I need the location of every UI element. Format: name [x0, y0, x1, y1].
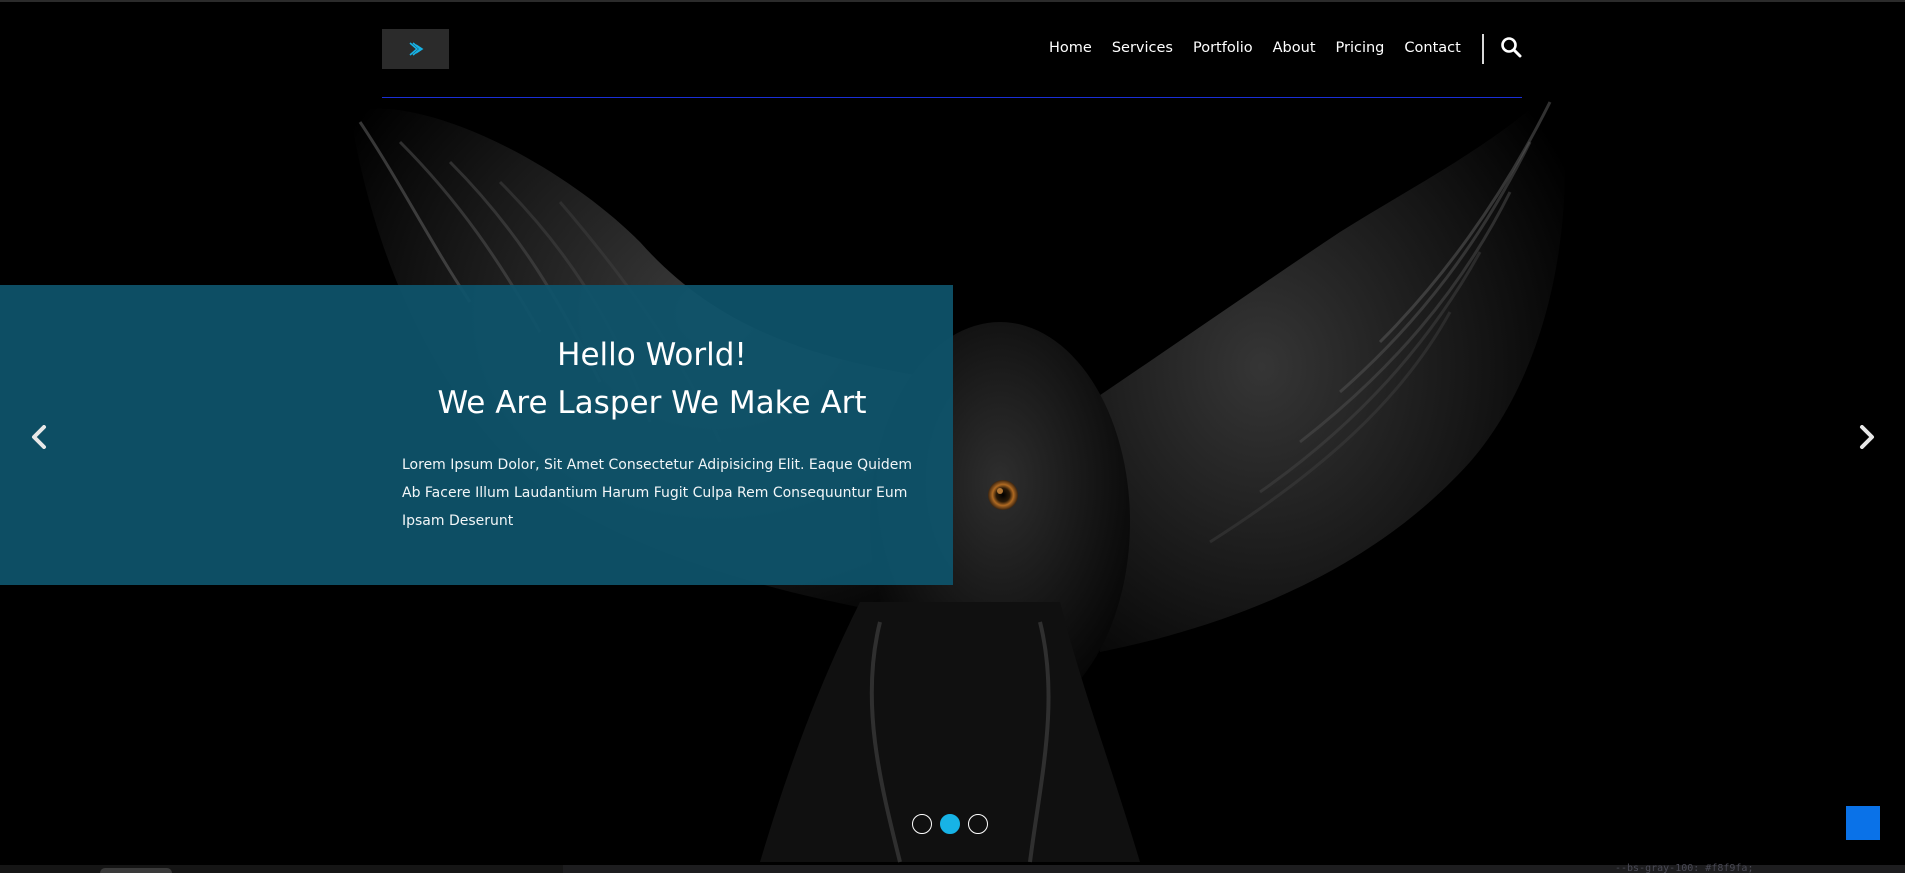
nav-portfolio[interactable]: Portfolio	[1193, 40, 1253, 56]
chevron-left-icon	[32, 425, 46, 449]
header-divider-line	[382, 97, 1522, 98]
main-nav: Home Services Portfolio About Pricing Co…	[1049, 40, 1481, 56]
nav-contact[interactable]: Contact	[1404, 40, 1460, 56]
search-button[interactable]	[1500, 36, 1526, 62]
carousel-indicators	[912, 814, 988, 834]
nav-home[interactable]: Home	[1049, 40, 1092, 56]
scroll-to-top-button[interactable]	[1846, 806, 1880, 840]
nav-pricing[interactable]: Pricing	[1336, 40, 1385, 56]
bottom-devtools-strip: --bs-gray-100: #f8f9fa;	[0, 863, 1905, 873]
site-logo[interactable]	[382, 29, 449, 69]
slide-description: Lorem Ipsum Dolor, Sit Amet Consectetur …	[402, 457, 913, 529]
carousel-next-button[interactable]	[1852, 422, 1882, 452]
chevron-right-icon	[1860, 425, 1874, 449]
play-arrows-icon	[408, 42, 423, 56]
slide-title-line-1: Hello World!	[557, 337, 747, 373]
hero-slider: Hello World! We Are Lasper We Make Art L…	[0, 2, 1905, 865]
devtools-code-snippet: --bs-gray-100: #f8f9fa;	[1615, 863, 1754, 873]
slide-title-line-2: We Are Lasper We Make Art	[437, 385, 867, 421]
carousel-indicator-1[interactable]	[912, 814, 932, 834]
nav-about[interactable]: About	[1273, 40, 1316, 56]
site-header: Home Services Portfolio About Pricing Co…	[382, 28, 1522, 100]
carousel-indicator-2[interactable]	[940, 814, 960, 834]
search-icon	[1501, 37, 1522, 58]
carousel-indicator-3[interactable]	[968, 814, 988, 834]
nav-services[interactable]: Services	[1112, 40, 1173, 56]
devtools-tab[interactable]	[100, 868, 172, 873]
carousel-prev-button[interactable]	[24, 422, 54, 452]
nav-divider	[1482, 34, 1484, 64]
slide-caption: Hello World! We Are Lasper We Make Art L…	[0, 285, 953, 585]
